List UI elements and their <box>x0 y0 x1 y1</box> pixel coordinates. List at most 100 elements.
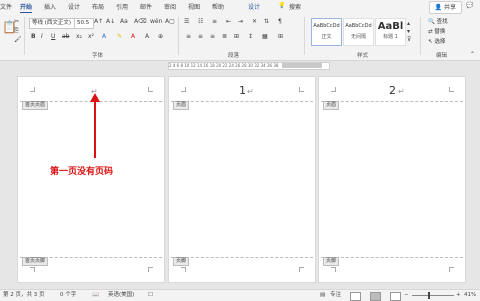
borders-icon[interactable]: ⊞ <box>278 33 283 40</box>
select-button[interactable]: ↖ 选择 <box>428 37 445 45</box>
accessibility-icon[interactable]: ☐ <box>148 290 153 301</box>
tab-search[interactable]: 搜索 <box>289 2 301 11</box>
header-line <box>321 101 463 102</box>
align-center-icon[interactable]: ≡ <box>198 33 203 40</box>
page-2[interactable]: 1 ↵ 页眉 页脚 <box>168 76 316 283</box>
justify-icon[interactable]: ≣ <box>222 33 227 40</box>
subscript-icon[interactable]: x₂ <box>76 33 82 40</box>
change-case-icon[interactable]: Aa <box>120 18 128 25</box>
lightbulb-icon[interactable]: 💡 <box>278 2 285 9</box>
underline-button[interactable]: U <box>51 33 55 40</box>
align-left-icon[interactable]: ≡ <box>186 33 191 40</box>
proofing-icon[interactable]: 📖 <box>92 290 99 301</box>
multilevel-list-icon[interactable]: ≡ <box>212 18 217 25</box>
style-normal[interactable]: AaBbCcDd 正文 <box>311 18 342 46</box>
distribute-icon[interactable]: ⊞ <box>234 33 239 40</box>
tab-header-footer-design[interactable]: 设计 <box>248 2 260 11</box>
zoom-level[interactable]: 41% <box>464 290 476 301</box>
page-number: 1 <box>239 84 246 97</box>
styles-scroll-up-icon[interactable]: ▴ <box>407 20 410 27</box>
styles-scroll-down-icon[interactable]: ▾ <box>407 28 410 35</box>
increase-indent-icon[interactable]: ⇥ <box>238 18 243 25</box>
style-name: 标题 1 <box>383 34 398 40</box>
divider <box>304 17 305 55</box>
find-button[interactable]: 🔍 查找 <box>428 17 448 25</box>
tab-layout[interactable]: 布局 <box>92 2 104 11</box>
text-effects-icon[interactable]: A <box>102 33 106 40</box>
bold-button[interactable]: B <box>31 33 36 40</box>
zoom-out-icon[interactable]: − <box>404 290 409 301</box>
tab-insert[interactable]: 插入 <box>44 2 56 11</box>
margin-corner <box>331 267 336 272</box>
footer-line <box>321 257 463 258</box>
tab-help[interactable]: 帮助 <box>212 2 224 11</box>
style-heading-1[interactable]: AaBl 标题 1 <box>375 18 406 46</box>
focus-mode-button[interactable]: 专注 <box>330 290 341 301</box>
footer-tag: 页脚 <box>173 257 190 266</box>
tab-view[interactable]: 视图 <box>188 2 200 11</box>
format-painter-icon[interactable]: 🖌 <box>14 36 22 43</box>
tab-file[interactable]: 文件 <box>0 2 12 11</box>
zoom-slider-thumb[interactable] <box>428 292 430 299</box>
zoom-slider[interactable] <box>412 295 454 296</box>
tab-references[interactable]: 引用 <box>116 2 128 11</box>
word-count[interactable]: 0 个字 <box>60 290 76 301</box>
divider <box>24 17 25 55</box>
style-name: 无间隔 <box>350 34 366 40</box>
page-number: 2 <box>389 84 396 97</box>
styles-more-icon[interactable]: ⊽ <box>407 36 411 43</box>
font-name-select[interactable]: 等线 (西文正文) <box>29 18 75 29</box>
decrease-indent-icon[interactable]: ⇤ <box>226 18 231 25</box>
margin-corner <box>449 87 454 92</box>
style-name: 正文 <box>321 34 332 40</box>
clear-format-icon[interactable]: A⌫ <box>134 18 147 25</box>
collapse-ribbon-icon[interactable]: ⌃ <box>470 51 475 58</box>
font-color-icon[interactable]: A <box>131 33 135 40</box>
numbering-icon[interactable]: ☷ <box>198 18 203 25</box>
highlight-icon[interactable]: ✎ <box>117 33 122 40</box>
sort-icon[interactable]: ⇅ <box>264 18 269 25</box>
line-spacing-icon[interactable]: ↕ <box>248 33 253 40</box>
focus-icon[interactable]: ▤ <box>320 290 325 301</box>
zoom-in-icon[interactable]: + <box>456 290 461 301</box>
italic-button[interactable]: I <box>41 33 43 40</box>
show-marks-icon[interactable]: ¶ <box>278 18 282 25</box>
char-shading-icon[interactable]: A <box>145 33 149 40</box>
page-count[interactable]: 第 2 页，共 3 页 <box>3 290 45 301</box>
tab-design[interactable]: 设计 <box>68 2 80 11</box>
comment-icon[interactable]: 💬 <box>466 2 473 9</box>
superscript-icon[interactable]: x² <box>88 33 94 40</box>
shrink-font-icon[interactable]: A↓ <box>106 18 115 25</box>
phonetic-guide-icon[interactable]: wén <box>150 18 162 25</box>
strikethrough-button[interactable]: ab <box>62 33 70 40</box>
ruler-margin <box>282 63 322 68</box>
replace-button[interactable]: ⇄ 替换 <box>428 27 445 35</box>
page-1[interactable]: ↵ 首页页眉 首页页脚 <box>17 76 165 283</box>
language-indicator[interactable]: 英语(美国) <box>108 290 134 301</box>
margin-corner <box>148 267 153 272</box>
grow-font-icon[interactable]: A↑ <box>94 18 103 25</box>
font-size-select[interactable]: 50.5 <box>74 18 94 29</box>
bullets-icon[interactable]: ☰ <box>184 18 189 25</box>
style-sample: AaBbCcDd <box>345 23 372 29</box>
ribbon-tabs: 文件 开始 插入 设计 布局 引用 邮件 审阅 视图 帮助 设计 💡 搜索 👤 共… <box>0 0 480 14</box>
char-border-icon[interactable]: A▢ <box>165 18 175 25</box>
tab-review[interactable]: 审阅 <box>164 2 176 11</box>
cut-icon[interactable]: ✂ <box>14 18 19 25</box>
chinese-layout-icon[interactable]: ✕ <box>252 18 257 25</box>
align-right-icon[interactable]: ≡ <box>210 33 215 40</box>
style-no-spacing[interactable]: AaBbCcDd 无间隔 <box>343 18 374 46</box>
tab-home[interactable]: 开始 <box>20 2 33 13</box>
share-button[interactable]: 👤 共享 <box>428 1 462 14</box>
vertical-scrollbar[interactable] <box>469 70 480 289</box>
enclose-char-icon[interactable]: ⊕ <box>158 33 163 40</box>
page-3[interactable]: 2 ↵ 页眉 页脚 <box>318 76 466 283</box>
paragraph-mark-icon: ↵ <box>247 87 254 96</box>
ribbon: 📋 ✂ ⎘ 🖌 等线 (西文正文) 50.5 A↑ A↓ Aa A⌫ wén A… <box>0 14 480 61</box>
tab-mailings[interactable]: 邮件 <box>140 2 152 11</box>
margin-corner <box>449 267 454 272</box>
copy-icon[interactable]: ⎘ <box>14 27 19 35</box>
margin-corner <box>181 87 186 92</box>
first-page-header-tag: 首页页眉 <box>22 101 49 110</box>
shading-icon[interactable]: ▦ <box>262 33 268 40</box>
